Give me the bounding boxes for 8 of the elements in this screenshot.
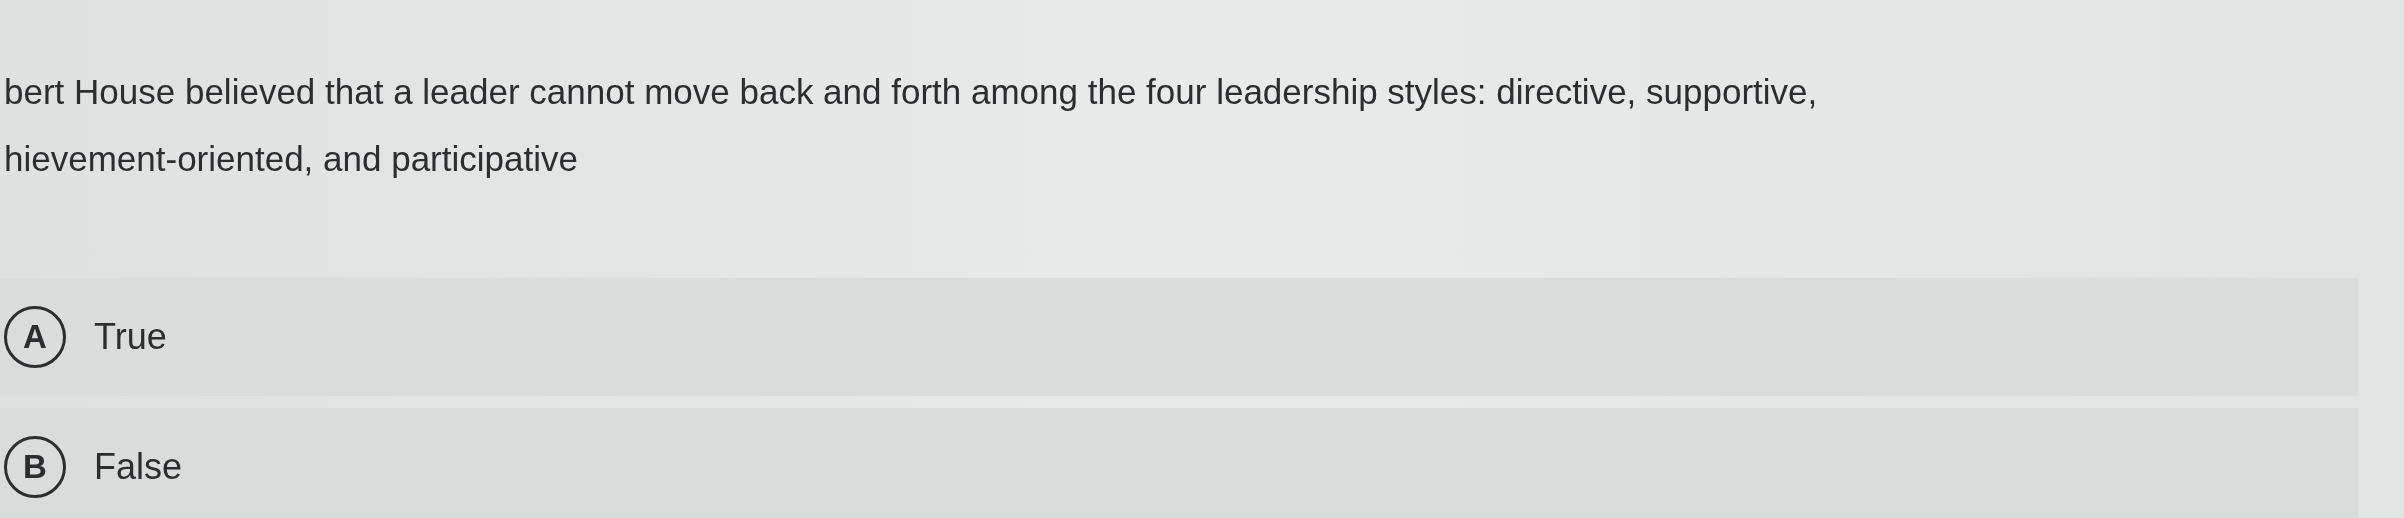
option-letter: B xyxy=(4,436,66,498)
answer-option[interactable]: A True xyxy=(0,278,2358,396)
option-letter: A xyxy=(4,306,66,368)
option-label: True xyxy=(94,316,167,358)
question-text: hievement-oriented, and participative xyxy=(4,138,579,180)
question-text: bert House believed that a leader cannot move back and forth among the four leadership styles: directive, supportive, xyxy=(4,71,1819,113)
option-label: False xyxy=(94,446,183,488)
answer-option[interactable]: B False xyxy=(0,408,2358,518)
